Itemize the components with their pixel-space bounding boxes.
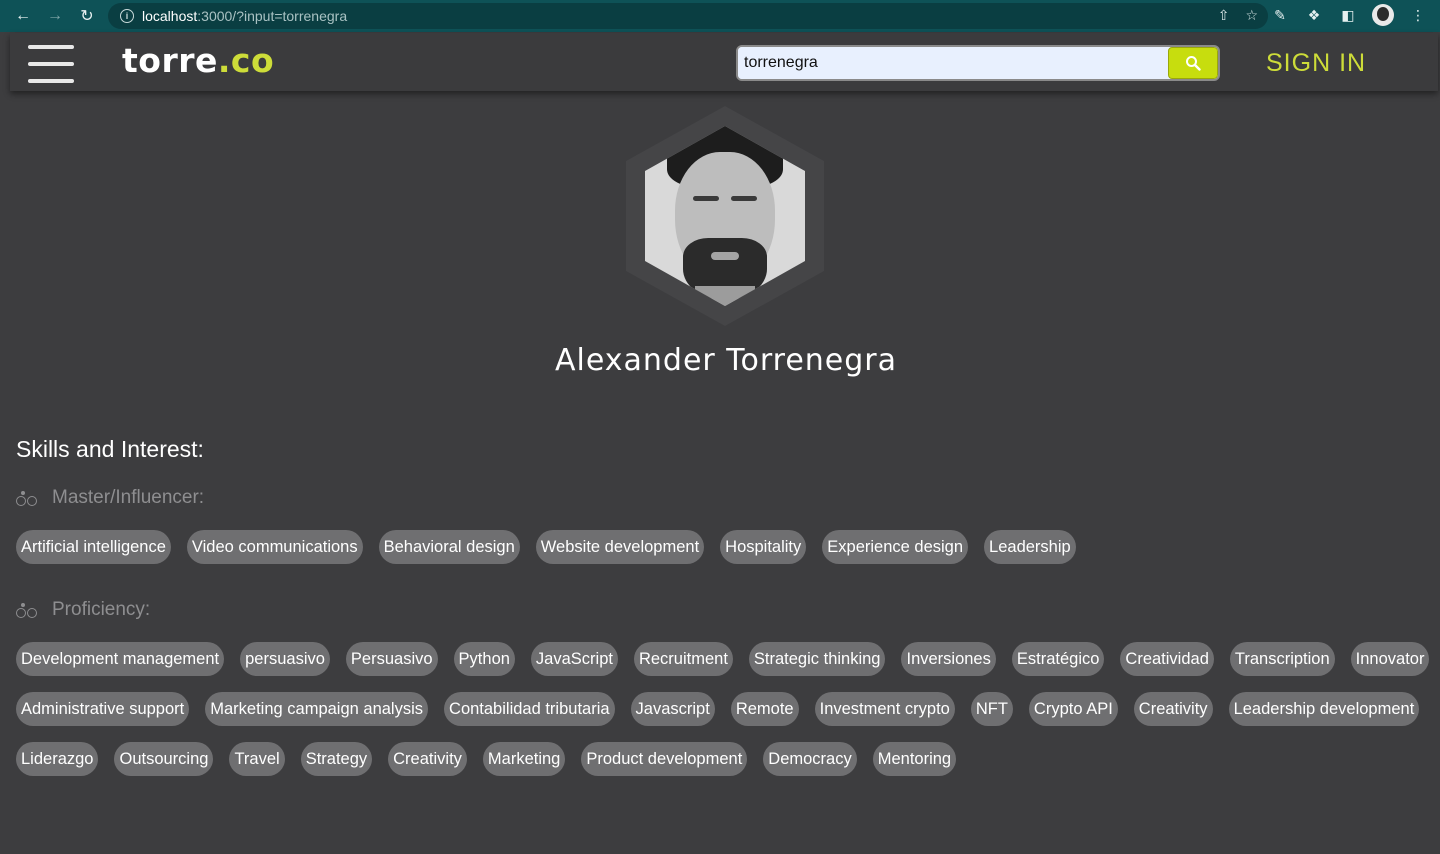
skill-chip[interactable]: Artificial intelligence <box>16 530 171 564</box>
skill-chip[interactable]: Remote <box>730 692 799 726</box>
skill-chip[interactable]: JavaScript <box>530 642 618 676</box>
skill-chip[interactable]: Persuasivo <box>345 642 438 676</box>
app-header: torre.co SIGN IN <box>10 33 1438 91</box>
skill-chip[interactable]: Creativity <box>1133 692 1213 726</box>
forward-icon[interactable]: → <box>44 5 66 27</box>
bookmark-star-icon[interactable]: ☆ <box>1245 7 1258 24</box>
skill-chip[interactable]: Estratégico <box>1011 642 1105 676</box>
skill-chip[interactable]: Javascript <box>630 692 715 726</box>
search-input[interactable] <box>738 47 1168 79</box>
reload-icon[interactable]: ↻ <box>76 5 98 27</box>
proficiency-skills-row-3: Liderazgo Outsourcing Travel Strategy Creati… <box>16 742 972 776</box>
master-influencer-label: Master/Influencer: <box>16 487 204 509</box>
url-path: :3000/?input=torrenegra <box>197 8 348 24</box>
skill-chip[interactable]: Creatividad <box>1120 642 1214 676</box>
proficiency-label: Proficiency: <box>16 599 150 621</box>
skills-section-title: Skills and Interest: <box>16 436 204 462</box>
skill-chip[interactable]: Transcription <box>1229 642 1335 676</box>
url-host: localhost <box>142 8 198 24</box>
skill-chip[interactable]: Outsourcing <box>114 742 214 776</box>
skill-chip[interactable]: Leadership <box>984 530 1076 564</box>
skill-chip[interactable]: Crypto API <box>1028 692 1118 726</box>
side-panel-icon[interactable]: ◧ <box>1338 5 1358 25</box>
skill-chip[interactable]: Inversiones <box>901 642 996 676</box>
skill-chip[interactable]: Development management <box>16 642 225 676</box>
skill-chip[interactable]: Liderazgo <box>16 742 99 776</box>
browser-toolbar: ← → ↻ i localhost:3000/?input=torrenegra… <box>0 0 1440 32</box>
back-icon[interactable]: ← <box>12 5 34 27</box>
skill-chip[interactable]: Travel <box>229 742 285 776</box>
master-label-text: Master/Influencer: <box>52 487 205 508</box>
bicycle-icon <box>16 490 38 506</box>
search-icon <box>1186 56 1201 71</box>
skill-chip[interactable]: Marketing <box>482 742 566 776</box>
profile-avatar-icon[interactable] <box>1372 4 1394 26</box>
logo-suffix: .co <box>217 41 275 80</box>
profile-name: Alexander Torrenegra <box>554 343 898 378</box>
share-icon[interactable]: ⇧ <box>1218 7 1230 24</box>
browser-nav: ← → ↻ <box>0 5 98 27</box>
logo-main: torre <box>122 41 218 80</box>
skill-chip[interactable]: Behavioral design <box>378 530 520 564</box>
logo[interactable]: torre.co <box>122 41 274 80</box>
extensions-area: ✎ ❖ ◧ ⋮ <box>1270 4 1428 26</box>
proficiency-skills-row-1: Development management persuasivo Persuasi… <box>16 642 1440 676</box>
skill-chip[interactable]: Strategy <box>300 742 373 776</box>
skill-chip[interactable]: persuasivo <box>240 642 330 676</box>
skill-chip[interactable]: Investment crypto <box>814 692 955 726</box>
skill-chip[interactable]: Hospitality <box>720 530 807 564</box>
site-info-icon[interactable]: i <box>120 9 134 23</box>
skill-chip[interactable]: Creativity <box>388 742 467 776</box>
skill-chip[interactable]: Python <box>453 642 515 676</box>
skill-chip[interactable]: Contabilidad tributaria <box>444 692 615 726</box>
search-box <box>736 45 1220 81</box>
more-menu-icon[interactable]: ⋮ <box>1408 5 1428 25</box>
skill-chip[interactable]: Innovator <box>1350 642 1430 676</box>
master-skills-list: Artificial intelligence Video communicati… <box>16 530 1092 564</box>
skill-chip[interactable]: Mentoring <box>872 742 957 776</box>
address-bar[interactable]: i localhost:3000/?input=torrenegra ⇧ ☆ <box>108 3 1268 29</box>
skill-chip[interactable]: Democracy <box>763 742 857 776</box>
extensions-puzzle-icon[interactable]: ❖ <box>1304 5 1324 25</box>
skill-chip[interactable]: Leadership development <box>1228 692 1420 726</box>
skill-chip[interactable]: Recruitment <box>633 642 733 676</box>
extension-pen-icon[interactable]: ✎ <box>1270 5 1290 25</box>
skill-chip[interactable]: Experience design <box>822 530 969 564</box>
skill-chip[interactable]: NFT <box>970 692 1013 726</box>
skill-chip[interactable]: Marketing campaign analysis <box>205 692 429 726</box>
skill-chip[interactable]: Administrative support <box>16 692 190 726</box>
skill-chip[interactable]: Video communications <box>186 530 363 564</box>
hamburger-menu-icon[interactable] <box>28 45 74 83</box>
skill-chip[interactable]: Strategic thinking <box>748 642 886 676</box>
search-button[interactable] <box>1168 47 1218 79</box>
sign-in-button[interactable]: SIGN IN <box>1266 49 1366 78</box>
bicycle-icon <box>16 602 38 618</box>
skill-chip[interactable]: Product development <box>581 742 748 776</box>
skill-chip[interactable]: Website development <box>535 530 705 564</box>
proficiency-skills-row-2: Administrative support Marketing campaign… <box>16 692 1435 726</box>
proficiency-label-text: Proficiency: <box>52 599 151 620</box>
